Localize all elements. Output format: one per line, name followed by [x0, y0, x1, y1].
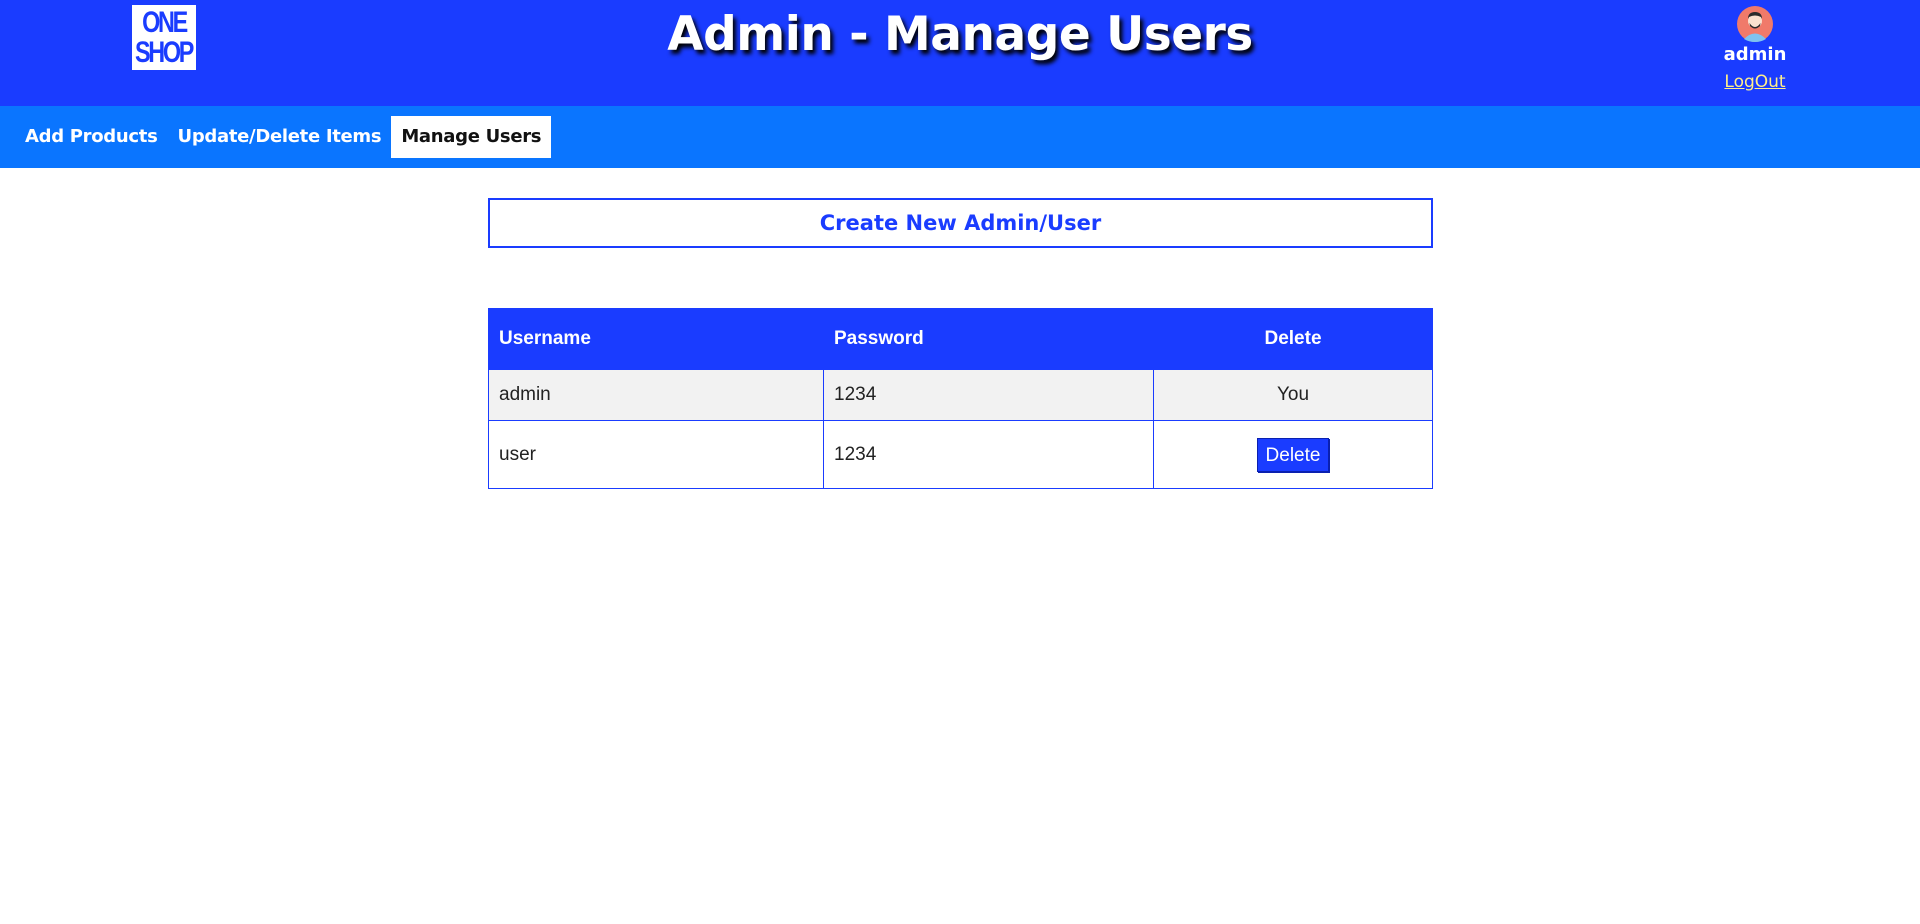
- current-user-name: admin: [1723, 44, 1787, 65]
- nav-item-manage-users[interactable]: Manage Users: [391, 116, 552, 158]
- admin-nav: Add Products Update/Delete Items Manage …: [0, 106, 1920, 168]
- cell-current-user-label: You: [1153, 369, 1433, 421]
- cell-username: user: [488, 420, 824, 489]
- table-row: user 1234 Delete: [488, 420, 1433, 489]
- delete-user-button[interactable]: Delete: [1256, 437, 1330, 472]
- logout-link[interactable]: LogOut: [1724, 72, 1785, 92]
- page-title: Admin - Manage Users: [667, 7, 1253, 62]
- users-table: Username Password Delete admin 1234 You …: [488, 308, 1433, 489]
- site-header: ONE SHOP Admin - Manage Users admin LogO…: [0, 0, 1920, 106]
- user-avatar-icon[interactable]: [1737, 6, 1773, 42]
- table-header-row: Username Password Delete: [488, 308, 1433, 370]
- user-profile: admin LogOut: [1700, 6, 1810, 92]
- cell-delete: Delete: [1153, 420, 1433, 489]
- column-header-password: Password: [823, 308, 1154, 370]
- column-header-username: Username: [488, 308, 824, 370]
- table-row: admin 1234 You: [488, 369, 1433, 421]
- nav-item-add-products[interactable]: Add Products: [15, 116, 168, 158]
- create-new-user-button[interactable]: Create New Admin/User: [488, 198, 1433, 248]
- column-header-delete: Delete: [1153, 308, 1433, 370]
- nav-item-update-delete-items[interactable]: Update/Delete Items: [168, 116, 392, 158]
- cell-password: 1234: [823, 369, 1154, 421]
- cell-username: admin: [488, 369, 824, 421]
- cell-password: 1234: [823, 420, 1154, 489]
